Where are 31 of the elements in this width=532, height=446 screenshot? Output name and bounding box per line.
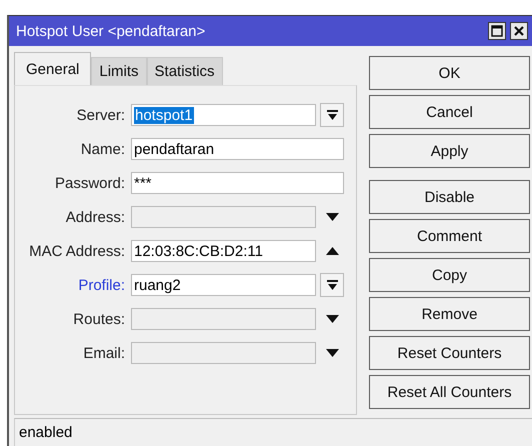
window-title: Hotspot User <pendaftaran> xyxy=(16,22,206,40)
field-label: Address: xyxy=(64,208,126,226)
action-button[interactable]: Reset All Counters xyxy=(369,375,530,409)
action-button[interactable]: OK xyxy=(369,56,530,90)
status-bar: enabled xyxy=(14,418,532,446)
action-button[interactable]: Reset Counters xyxy=(369,336,530,370)
action-button[interactable]: Remove xyxy=(369,297,530,331)
field-label: Email: xyxy=(82,344,126,362)
tab[interactable]: Statistics xyxy=(146,57,223,85)
field-label: Routes: xyxy=(72,310,126,328)
dropdown-arrow-icon xyxy=(326,280,338,290)
action-button[interactable]: Comment xyxy=(369,219,530,253)
tab[interactable]: General xyxy=(14,52,92,85)
field-label: Password: xyxy=(54,174,126,192)
action-button[interactable]: Cancel xyxy=(369,95,530,129)
maximize-icon[interactable] xyxy=(491,25,503,37)
input-field[interactable]: hotspot1 xyxy=(131,104,316,126)
field-label: Server: xyxy=(76,106,126,124)
action-button[interactable]: Copy xyxy=(369,258,530,292)
tab[interactable]: Limits xyxy=(91,57,147,85)
dropdown-arrow-icon xyxy=(326,110,338,120)
input-field[interactable]: 12:03:8C:CB:D2:11 xyxy=(131,240,316,262)
input-field[interactable]: ruang2 xyxy=(131,274,316,296)
input-field[interactable]: *** xyxy=(131,172,344,194)
field-link[interactable]: Profile: xyxy=(15,276,131,294)
field-label: MAC Address: xyxy=(28,242,126,260)
action-button[interactable]: Disable xyxy=(369,180,530,214)
input-field[interactable]: pendaftaran xyxy=(131,138,344,160)
action-button[interactable]: Apply xyxy=(369,134,530,168)
field-label: Name: xyxy=(80,140,126,158)
close-icon[interactable] xyxy=(513,25,525,37)
